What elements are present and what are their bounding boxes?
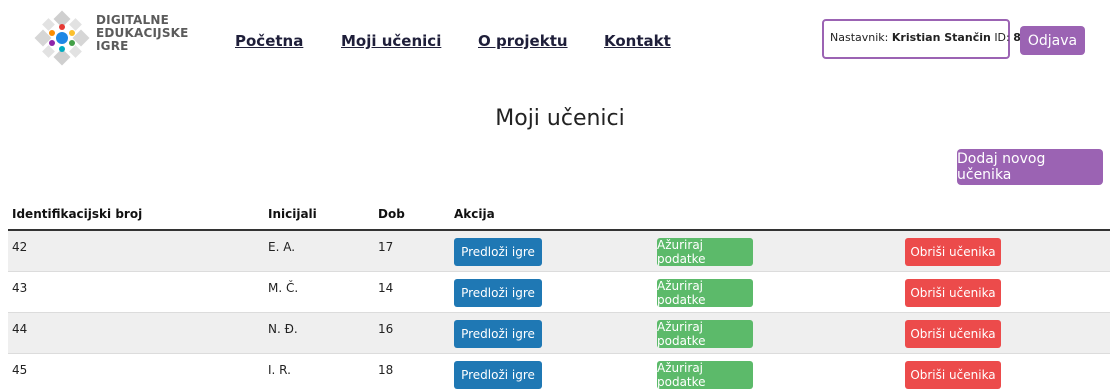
page-title: Moji učenici xyxy=(495,106,625,131)
teacher-info: Nastavnik: Kristian Stančin ID: 8 xyxy=(822,19,1021,59)
column-header-id: Identifikacijski broj xyxy=(12,207,143,221)
cell-age: 18 xyxy=(378,363,394,377)
teacher-label: Nastavnik: xyxy=(830,31,889,44)
update-data-button[interactable]: Ažuriraj podatke xyxy=(657,279,753,307)
cell-id: 44 xyxy=(12,322,28,336)
cell-id: 45 xyxy=(12,363,28,377)
suggest-games-button[interactable]: Predloži igre xyxy=(454,238,542,266)
table-header: Identifikacijski broj Inicijali Dob Akci… xyxy=(8,196,1110,231)
logo-icon xyxy=(34,10,90,66)
table-row: 42 E. A. 17 Predloži igre Ažuriraj podat… xyxy=(8,231,1110,272)
column-header-initials: Inicijali xyxy=(268,207,317,221)
update-data-button[interactable]: Ažuriraj podatke xyxy=(657,320,753,348)
update-data-button[interactable]: Ažuriraj podatke xyxy=(657,238,753,266)
logo[interactable]: DIGITALNE EDUKACIJSKE IGRE xyxy=(34,10,189,66)
suggest-games-button[interactable]: Predloži igre xyxy=(454,320,542,348)
nav-link-moji-ucenici[interactable]: Moji učenici xyxy=(341,32,441,50)
logo-text: DIGITALNE EDUKACIJSKE IGRE xyxy=(96,14,189,53)
cell-id: 42 xyxy=(12,240,28,254)
table-row: 45 I. R. 18 Predloži igre Ažuriraj podat… xyxy=(8,354,1110,392)
nav-link-kontakt[interactable]: Kontakt xyxy=(604,32,671,50)
page: DIGITALNE EDUKACIJSKE IGRE Početna Moji … xyxy=(0,0,1110,392)
cell-initials: I. R. xyxy=(268,363,291,377)
delete-student-button[interactable]: Obriši učenika xyxy=(905,320,1001,348)
logout-button[interactable]: Odjava xyxy=(1020,26,1085,55)
teacher-name: Kristian Stančin xyxy=(891,31,991,44)
cell-age: 14 xyxy=(378,281,394,295)
column-header-action: Akcija xyxy=(454,207,495,221)
students-table: Identifikacijski broj Inicijali Dob Akci… xyxy=(8,196,1110,392)
table-row: 43 M. Č. 14 Predloži igre Ažuriraj podat… xyxy=(8,272,1110,313)
suggest-games-button[interactable]: Predloži igre xyxy=(454,279,542,307)
add-student-button[interactable]: Dodaj novog učenika xyxy=(957,149,1103,185)
cell-initials: N. Đ. xyxy=(268,322,298,336)
column-header-age: Dob xyxy=(378,207,405,221)
nav-link-pocetna[interactable]: Početna xyxy=(235,32,303,50)
cell-initials: M. Č. xyxy=(268,281,299,295)
suggest-games-button[interactable]: Predloži igre xyxy=(454,361,542,389)
cell-id: 43 xyxy=(12,281,28,295)
logo-line-3: IGRE xyxy=(96,39,129,53)
delete-student-button[interactable]: Obriši učenika xyxy=(905,238,1001,266)
header: DIGITALNE EDUKACIJSKE IGRE Početna Moji … xyxy=(0,0,1110,80)
delete-student-button[interactable]: Obriši učenika xyxy=(905,361,1001,389)
table-row: 44 N. Đ. 16 Predloži igre Ažuriraj podat… xyxy=(8,313,1110,354)
nav-link-o-projektu[interactable]: O projektu xyxy=(478,32,568,50)
delete-student-button[interactable]: Obriši učenika xyxy=(905,279,1001,307)
cell-initials: E. A. xyxy=(268,240,296,254)
cell-age: 16 xyxy=(378,322,394,336)
update-data-button[interactable]: Ažuriraj podatke xyxy=(657,361,753,389)
cell-age: 17 xyxy=(378,240,394,254)
teacher-id-label: ID: xyxy=(994,31,1010,44)
